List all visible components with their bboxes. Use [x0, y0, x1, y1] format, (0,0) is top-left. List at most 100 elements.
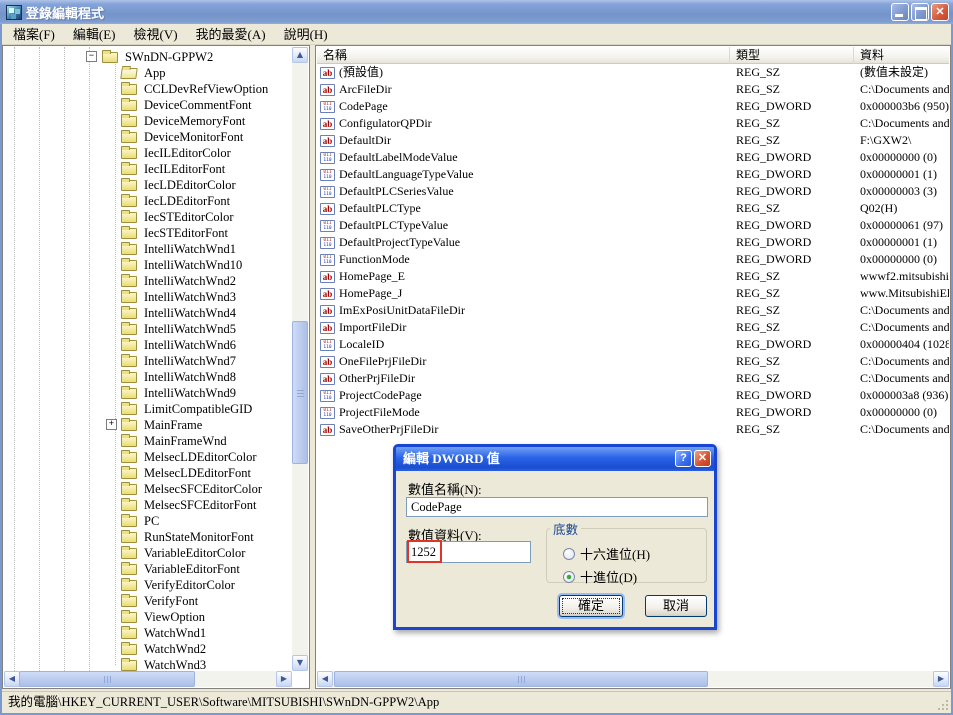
- table-row-HomePage_J[interactable]: abHomePage_JREG_SZwww.MitsubishiElect: [317, 285, 949, 302]
- tree-item-RunStateMonitorFont[interactable]: RunStateMonitorFont: [4, 529, 292, 545]
- expand-icon[interactable]: +: [106, 419, 117, 430]
- table-row-CodePage[interactable]: 011110CodePageREG_DWORD0x000003b6 (950): [317, 98, 949, 115]
- maximize-button[interactable]: [911, 3, 929, 21]
- column-header-data[interactable]: 資料: [854, 47, 949, 64]
- titlebar[interactable]: 登錄編輯程式: [0, 0, 953, 24]
- menu-item-file[interactable]: 檔案(F): [4, 22, 64, 46]
- radio-row-dec[interactable]: 十進位(D): [563, 567, 637, 586]
- tree-item-MelsecLDEditorFont[interactable]: MelsecLDEditorFont: [4, 465, 292, 481]
- table-row-ProjectFileMode[interactable]: 011110ProjectFileModeREG_DWORD0x00000000…: [317, 404, 949, 421]
- tree-item-MelsecSFCEditorFont[interactable]: MelsecSFCEditorFont: [4, 497, 292, 513]
- tree-item-IecSTEditorColor[interactable]: IecSTEditorColor: [4, 209, 292, 225]
- tree-item-IecILEditorFont[interactable]: IecILEditorFont: [4, 161, 292, 177]
- list-horizontal-scrollbar[interactable]: ◀ ▶: [317, 671, 949, 687]
- tree-item-IecSTEditorFont[interactable]: IecSTEditorFont: [4, 225, 292, 241]
- table-row-DefaultLabelModeValue[interactable]: 011110DefaultLabelModeValueREG_DWORD0x00…: [317, 149, 949, 166]
- tree-item-DeviceMemoryFont[interactable]: DeviceMemoryFont: [4, 113, 292, 129]
- tree-item-VerifyEditorColor[interactable]: VerifyEditorColor: [4, 577, 292, 593]
- menu-item-favorites[interactable]: 我的最愛(A): [187, 22, 275, 46]
- tree-item-VariableEditorColor[interactable]: VariableEditorColor: [4, 545, 292, 561]
- table-row-LocaleID[interactable]: 011110LocaleIDREG_DWORD0x00000404 (1028): [317, 336, 949, 353]
- scroll-right-icon[interactable]: ▶: [933, 671, 949, 687]
- table-row-FunctionMode[interactable]: 011110FunctionModeREG_DWORD0x00000000 (0…: [317, 251, 949, 268]
- question-icon[interactable]: ?: [675, 450, 692, 467]
- value-name: DefaultPLCTypeValue: [339, 217, 448, 234]
- tree-item-IntelliWatchWnd7[interactable]: IntelliWatchWnd7: [4, 353, 292, 369]
- tree-item-MainFrame[interactable]: +MainFrame: [4, 417, 292, 433]
- tree-item-IntelliWatchWnd9[interactable]: IntelliWatchWnd9: [4, 385, 292, 401]
- table-row-HomePage_E[interactable]: abHomePage_EREG_SZwwwf2.mitsubishiele: [317, 268, 949, 285]
- table-row-DefaultLanguageTypeValue[interactable]: 011110DefaultLanguageTypeValueREG_DWORD0…: [317, 166, 949, 183]
- menu-item-edit[interactable]: 編輯(E): [64, 22, 125, 46]
- table-row-ImportFileDir[interactable]: abImportFileDirREG_SZC:\Documents and Se: [317, 319, 949, 336]
- tree-item-IntelliWatchWnd4[interactable]: IntelliWatchWnd4: [4, 305, 292, 321]
- menu-item-view[interactable]: 檢視(V): [125, 22, 187, 46]
- tree-item-DeviceCommentFont[interactable]: DeviceCommentFont: [4, 97, 292, 113]
- tree-item-IntelliWatchWnd8[interactable]: IntelliWatchWnd8: [4, 369, 292, 385]
- scroll-down-icon[interactable]: ▼: [292, 655, 308, 671]
- table-row-ProjectCodePage[interactable]: 011110ProjectCodePageREG_DWORD0x000003a8…: [317, 387, 949, 404]
- tree-item-IntelliWatchWnd6[interactable]: IntelliWatchWnd6: [4, 337, 292, 353]
- tree-item-IntelliWatchWnd3[interactable]: IntelliWatchWnd3: [4, 289, 292, 305]
- tree-item-PC[interactable]: PC: [4, 513, 292, 529]
- tree-item-IecLDEditorColor[interactable]: IecLDEditorColor: [4, 177, 292, 193]
- table-row-DefaultDir[interactable]: abDefaultDirREG_SZF:\GXW2\: [317, 132, 949, 149]
- close-button[interactable]: [931, 3, 949, 21]
- table-row-ImExPosiUnitDataFileDir[interactable]: abImExPosiUnitDataFileDirREG_SZC:\Docume…: [317, 302, 949, 319]
- cancel-button[interactable]: 取消: [645, 595, 707, 617]
- tree-item-MainFrameWnd[interactable]: MainFrameWnd: [4, 433, 292, 449]
- tree-item-VerifyFont[interactable]: VerifyFont: [4, 593, 292, 609]
- dec-radio-icon[interactable]: [563, 571, 575, 583]
- table-row-DefaultPLCTypeValue[interactable]: 011110DefaultPLCTypeValueREG_DWORD0x0000…: [317, 217, 949, 234]
- table-row-DefaultPLCSeriesValue[interactable]: 011110DefaultPLCSeriesValueREG_DWORD0x00…: [317, 183, 949, 200]
- scrollbar-thumb[interactable]: [19, 671, 195, 687]
- tree-item-CCLDevRefViewOption[interactable]: CCLDevRefViewOption: [4, 81, 292, 97]
- tree-item-IntelliWatchWnd10[interactable]: IntelliWatchWnd10: [4, 257, 292, 273]
- tree-item-IecILEditorColor[interactable]: IecILEditorColor: [4, 145, 292, 161]
- tree-item-IntelliWatchWnd5[interactable]: IntelliWatchWnd5: [4, 321, 292, 337]
- x-icon[interactable]: ✕: [694, 450, 711, 467]
- scroll-left-icon[interactable]: ◀: [317, 671, 333, 687]
- menu-item-help[interactable]: 說明(H): [275, 22, 337, 46]
- tree-item-ViewOption[interactable]: ViewOption: [4, 609, 292, 625]
- column-header-type[interactable]: 類型: [730, 47, 854, 64]
- scroll-up-icon[interactable]: ▲: [292, 47, 308, 63]
- table-row-SaveOtherPrjFileDir[interactable]: abSaveOtherPrjFileDirREG_SZC:\Documents …: [317, 421, 949, 438]
- dialog-titlebar[interactable]: 編輯 DWORD 值 ? ✕: [396, 447, 714, 471]
- tree-item-WatchWnd1[interactable]: WatchWnd1: [4, 625, 292, 641]
- tree-horizontal-scrollbar[interactable]: ◀ ▶: [4, 671, 292, 687]
- table-row-DefaultPLCType[interactable]: abDefaultPLCTypeREG_SZQ02(H): [317, 200, 949, 217]
- tree-item-App[interactable]: App: [4, 65, 292, 81]
- radio-row-hex[interactable]: 十六進位(H): [563, 544, 650, 563]
- table-row-DefaultProjectTypeValue[interactable]: 011110DefaultProjectTypeValueREG_DWORD0x…: [317, 234, 949, 251]
- table-row-ArcFileDir[interactable]: abArcFileDirREG_SZC:\Documents and Se: [317, 81, 949, 98]
- tree-item-MelsecLDEditorColor[interactable]: MelsecLDEditorColor: [4, 449, 292, 465]
- folder-closed-icon: [121, 116, 137, 127]
- tree-item-VariableEditorFont[interactable]: VariableEditorFont: [4, 561, 292, 577]
- tree-item-WatchWnd2[interactable]: WatchWnd2: [4, 641, 292, 657]
- tree-item-IntelliWatchWnd2[interactable]: IntelliWatchWnd2: [4, 273, 292, 289]
- resize-grip[interactable]: [937, 699, 950, 712]
- tree-vertical-scrollbar[interactable]: ▲ ▼: [292, 47, 308, 671]
- tree-item-MelsecSFCEditorColor[interactable]: MelsecSFCEditorColor: [4, 481, 292, 497]
- scroll-right-icon[interactable]: ▶: [276, 671, 292, 687]
- tree-item-DeviceMonitorFont[interactable]: DeviceMonitorFont: [4, 129, 292, 145]
- table-row-OneFilePrjFileDir[interactable]: abOneFilePrjFileDirREG_SZC:\Documents an…: [317, 353, 949, 370]
- tree-item-LimitCompatibleGID[interactable]: LimitCompatibleGID: [4, 401, 292, 417]
- scroll-left-icon[interactable]: ◀: [4, 671, 20, 687]
- scrollbar-thumb[interactable]: [334, 671, 708, 687]
- table-row-(預設值)[interactable]: ab(預設值)REG_SZ(數值未設定): [317, 64, 949, 81]
- table-row-OtherPrjFileDir[interactable]: abOtherPrjFileDirREG_SZC:\Documents and …: [317, 370, 949, 387]
- tree-item-SWnDN-GPPW2[interactable]: −SWnDN-GPPW2: [4, 49, 292, 65]
- ok-button[interactable]: 確定: [559, 595, 623, 617]
- value-name-field[interactable]: CodePage: [406, 497, 708, 517]
- hex-radio-icon[interactable]: [563, 548, 575, 560]
- tree-item-WatchWnd3[interactable]: WatchWnd3: [4, 657, 292, 671]
- minimize-button[interactable]: [891, 3, 909, 21]
- table-row-ConfigulatorQPDir[interactable]: abConfigulatorQPDirREG_SZC:\Documents an…: [317, 115, 949, 132]
- collapse-icon[interactable]: −: [86, 51, 97, 62]
- tree-item-IntelliWatchWnd1[interactable]: IntelliWatchWnd1: [4, 241, 292, 257]
- scrollbar-thumb[interactable]: [292, 321, 308, 464]
- tree-item-IecLDEditorFont[interactable]: IecLDEditorFont: [4, 193, 292, 209]
- column-header-name[interactable]: 名稱: [317, 47, 730, 64]
